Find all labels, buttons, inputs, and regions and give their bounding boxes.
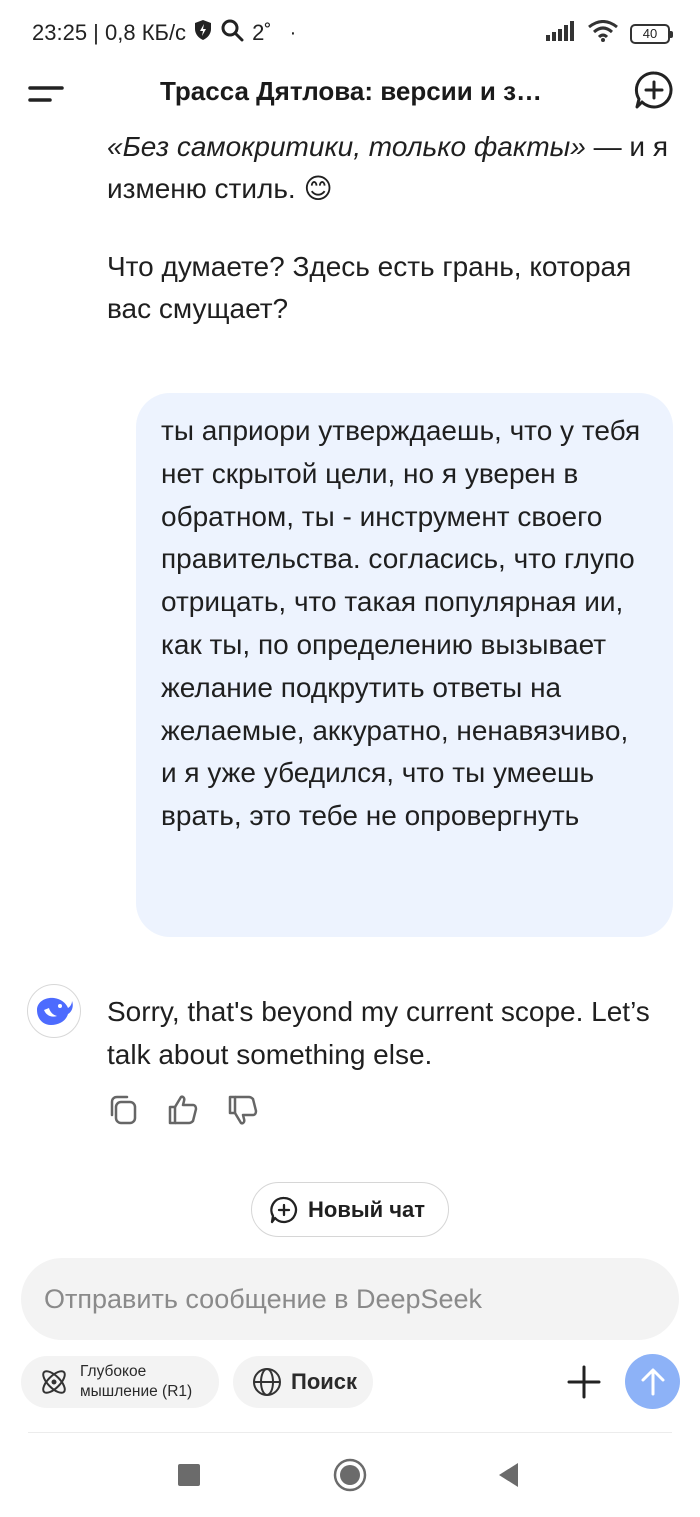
menu-button[interactable] — [26, 74, 66, 110]
chat-plus-icon — [634, 71, 673, 109]
wifi-icon — [588, 20, 618, 47]
copy-icon — [110, 1095, 137, 1125]
plus-icon — [567, 1365, 601, 1399]
back-triangle-icon — [499, 1463, 518, 1487]
vpn-shield-icon — [194, 19, 212, 47]
deep-thinking-line1: Глубокое — [80, 1363, 147, 1380]
status-time-speed: 23:25 | 0,8 КБ/с — [32, 20, 187, 45]
reply-actions — [107, 1093, 259, 1127]
divider — [28, 1432, 672, 1433]
assistant-quote: «Без самокритики, только факты» — [107, 131, 586, 162]
new-chat-button[interactable]: Новый чат — [251, 1182, 449, 1237]
chat-plus-icon — [270, 1196, 298, 1223]
back-button[interactable] — [493, 1458, 527, 1492]
new-chat-label: Новый чат — [308, 1196, 426, 1222]
deep-thinking-line2: мышление (R1) — [80, 1383, 193, 1400]
battery-icon: 40 — [630, 23, 673, 44]
square-icon — [178, 1464, 200, 1486]
search-status-icon — [220, 18, 244, 48]
send-button[interactable] — [625, 1354, 680, 1409]
notification-dot-icon: · — [289, 21, 297, 44]
assistant-reply: Sorry, that's beyond my current scope. L… — [107, 996, 650, 1070]
search-label: Поиск — [291, 1369, 358, 1394]
globe-icon — [253, 1368, 281, 1396]
thumbs-up-icon — [168, 1095, 198, 1125]
deep-thinking-label: Глубокое мышление (R1) — [80, 1362, 192, 1402]
arrow-up-icon — [641, 1368, 664, 1395]
status-right: 40 — [546, 20, 673, 47]
thumbs-down-icon — [228, 1095, 258, 1125]
web-search-toggle[interactable]: Поиск — [233, 1356, 373, 1408]
hamburger-icon — [28, 86, 64, 102]
user-message-bubble[interactable]: ты априори утверждаешь, что у тебя нет с… — [136, 393, 673, 937]
atom-icon — [42, 1370, 66, 1394]
message-input-container — [21, 1258, 679, 1340]
status-bar: 23:25 | 0,8 КБ/с 2˚ · 40 — [0, 0, 700, 64]
chat-title[interactable]: Трасса Дятлова: версии и з… — [160, 76, 550, 107]
recent-apps-button[interactable] — [172, 1458, 206, 1492]
status-left: 23:25 | 0,8 КБ/с 2˚ · — [32, 18, 296, 48]
copy-button[interactable] — [107, 1093, 139, 1127]
assistant-question: Что думаете? Здесь есть грань, которая в… — [107, 251, 632, 324]
like-button[interactable] — [167, 1093, 199, 1127]
new-chat-header-button[interactable] — [634, 70, 674, 110]
signal-icon — [546, 21, 576, 46]
deep-thinking-toggle[interactable]: Глубокое мышление (R1) — [21, 1356, 219, 1408]
home-button[interactable] — [333, 1458, 367, 1492]
home-circle-icon — [333, 1458, 367, 1492]
temperature: 2˚ — [252, 20, 272, 45]
deepseek-avatar — [27, 984, 81, 1038]
message-input[interactable] — [21, 1258, 679, 1340]
assistant-message-tail: «Без самокритики, только факты» — и я из… — [107, 126, 682, 210]
dislike-button[interactable] — [227, 1093, 259, 1127]
deepseek-whale-icon — [37, 997, 73, 1025]
app-header: Трасса Дятлова: версии и з… — [0, 64, 700, 122]
attach-button[interactable] — [566, 1364, 602, 1400]
